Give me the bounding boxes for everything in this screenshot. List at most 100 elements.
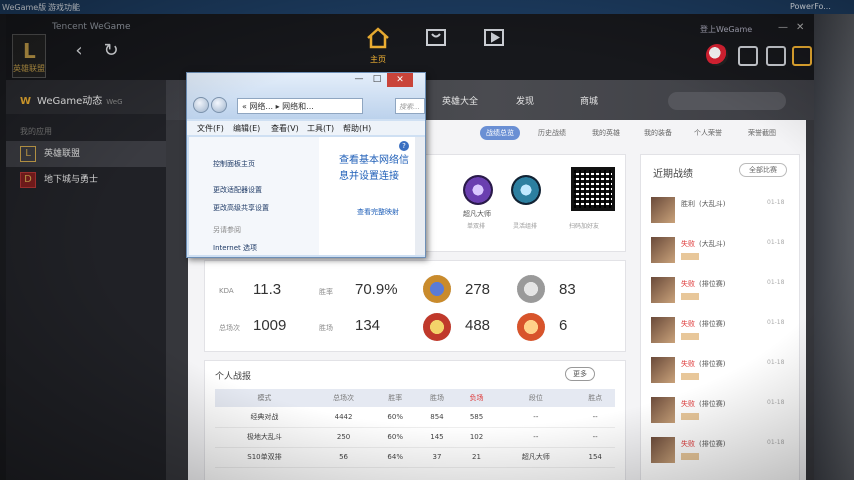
- desktop-tab-label[interactable]: 游戏功能: [48, 2, 80, 13]
- home-icon: [367, 27, 389, 49]
- login-status[interactable]: 登上WeGame: [700, 24, 752, 35]
- list-item[interactable]: 失败 (排位赛) 01-18: [651, 437, 791, 473]
- tab-overview[interactable]: 战绩总览: [480, 126, 520, 140]
- match-mode: (排位赛): [699, 280, 726, 288]
- sidebar-item-dnf[interactable]: D 地下城与勇士: [6, 167, 166, 193]
- winrate-value: 70.9%: [355, 281, 398, 298]
- user-avatar[interactable]: [706, 44, 728, 66]
- table-cell: 854: [417, 407, 457, 428]
- sidebar-item-lol[interactable]: L 英雄联盟: [6, 141, 166, 167]
- column-header: 胜场: [417, 389, 457, 407]
- master-rank-emblem: [463, 175, 493, 205]
- link-control-panel-home[interactable]: 控制面板主页: [213, 159, 255, 169]
- menu-file[interactable]: 文件(F): [197, 123, 224, 134]
- tab-my-equipment[interactable]: 我的装备: [644, 128, 672, 138]
- refresh-button[interactable]: ↻: [100, 40, 122, 62]
- dialog-body: 控制面板主页 更改适配器设置 更改高级共享设置 另请参阅 Internet 选项…: [189, 137, 415, 255]
- dialog-search-input[interactable]: 搜索...: [395, 98, 425, 114]
- dialog-scrollbar[interactable]: [415, 137, 425, 255]
- desktop-label-right: PowerFo...: [790, 2, 831, 11]
- tab-my-heroes[interactable]: 我的英雄: [592, 128, 620, 138]
- champion-avatar: [651, 397, 675, 423]
- gift-icon[interactable]: [792, 46, 812, 66]
- game-tab-heroes[interactable]: 英雄大全: [442, 94, 478, 107]
- menu-edit[interactable]: 编辑(E): [233, 123, 260, 134]
- list-item[interactable]: 失败 (大乱斗) 01-18: [651, 237, 791, 273]
- table-cell: --: [575, 407, 615, 428]
- window-close-button[interactable]: ✕: [796, 22, 804, 33]
- dialog-back-button[interactable]: [193, 97, 209, 113]
- dialog-forward-button[interactable]: [211, 97, 227, 113]
- list-item[interactable]: 胜利 (大乱斗) 01-18: [651, 197, 791, 233]
- chat-icon[interactable]: [738, 46, 758, 66]
- download-icon[interactable]: [766, 46, 786, 66]
- wegame-w-icon: W: [20, 96, 32, 107]
- list-item[interactable]: 失败 (排位赛) 01-18: [651, 277, 791, 313]
- address-bar[interactable]: « 网络... ▸ 网络和...: [237, 98, 363, 114]
- network-center-window: — □ ✕ « 网络... ▸ 网络和... 搜索... 文件(F) 编辑(E)…: [186, 72, 426, 258]
- search-input[interactable]: [668, 92, 786, 110]
- menu-tools[interactable]: 工具(T): [307, 123, 334, 134]
- table-cell: 102: [456, 427, 497, 448]
- match-mode: (大乱斗): [699, 200, 726, 208]
- table-cell: 37: [417, 447, 457, 468]
- list-item[interactable]: 失败 (排位赛) 01-18: [651, 317, 791, 353]
- match-tag: [681, 413, 699, 420]
- sidebar-item-label: 英雄联盟: [44, 149, 81, 159]
- list-item[interactable]: 失败 (排位赛) 01-18: [651, 397, 791, 433]
- store-icon: [426, 29, 446, 46]
- mode-stats-table: 模式 总场次 胜率 胜场 负场 段位 胜点 经典对战 4442 60% 854 …: [215, 389, 615, 468]
- tab-history[interactable]: 历史战绩: [538, 128, 566, 138]
- link-adapter-settings[interactable]: 更改适配器设置: [213, 185, 262, 195]
- match-filter-dropdown[interactable]: 全部比赛: [739, 163, 787, 177]
- back-button[interactable]: ‹: [68, 40, 90, 62]
- column-header: 总场次: [313, 389, 374, 407]
- sidebar-item-label: 地下城与勇士: [44, 175, 99, 185]
- carry-medal-icon: [423, 313, 451, 341]
- match-tag: [681, 373, 699, 380]
- recent-matches-title: 近期战绩: [653, 169, 693, 180]
- qr-code[interactable]: [571, 167, 615, 211]
- tab-honors[interactable]: 个人荣誉: [694, 128, 722, 138]
- kda-value: 11.3: [253, 281, 282, 298]
- more-button[interactable]: 更多: [565, 367, 595, 381]
- match-mode: (排位赛): [699, 400, 726, 408]
- table-cell: 4442: [313, 407, 374, 428]
- link-internet-options[interactable]: Internet 选项: [213, 243, 257, 253]
- dialog-maximize-button[interactable]: □: [369, 74, 385, 86]
- match-date: 01-18: [767, 359, 785, 366]
- dialog-close-button[interactable]: ✕: [387, 73, 413, 87]
- link-sharing-settings[interactable]: 更改高级共享设置: [213, 203, 269, 213]
- recent-matches-card: 近期战绩 全部比赛 胜利 (大乱斗) 01-18 失败 (大乱斗) 01-18 失败 (排位赛…: [640, 154, 800, 480]
- table-row: 经典对战 4442 60% 854 585 -- --: [215, 407, 615, 428]
- game-tab-discover[interactable]: 发现: [516, 94, 534, 107]
- view-full-map-link[interactable]: 查看完整映射: [357, 207, 399, 217]
- menu-view[interactable]: 查看(V): [271, 123, 299, 134]
- match-mode: (大乱斗): [699, 240, 726, 248]
- menu-help[interactable]: 帮助(H): [343, 123, 371, 134]
- champion-avatar: [651, 197, 675, 223]
- sidebar-header-title: WeGame动态: [37, 96, 103, 107]
- match-result: 失败: [681, 280, 695, 288]
- champion-avatar: [651, 317, 675, 343]
- tab-store[interactable]: [416, 26, 456, 70]
- sidebar-header[interactable]: W WeGame动态 WeG: [6, 80, 166, 114]
- window-minimize-button[interactable]: —: [778, 22, 788, 33]
- match-date: 01-18: [767, 319, 785, 326]
- table-row: 极地大乱斗 250 60% 145 102 -- --: [215, 427, 615, 448]
- game-logo[interactable]: L 英雄联盟: [12, 34, 46, 78]
- table-cell: 145: [417, 427, 457, 448]
- dialog-minimize-button[interactable]: —: [351, 74, 367, 86]
- tab-home[interactable]: 主页: [358, 26, 398, 70]
- game-tab-shop[interactable]: 商城: [580, 94, 598, 107]
- help-icon[interactable]: ?: [399, 141, 409, 151]
- match-result: 失败: [681, 440, 695, 448]
- tab-screenshots[interactable]: 荣誉截图: [748, 128, 776, 138]
- total-games-value: 1009: [253, 317, 287, 334]
- titlebar: Tencent WeGame L 英雄联盟 ‹ ↻ 主页 登上WeGame — ✕: [6, 14, 814, 80]
- list-item[interactable]: 失败 (排位赛) 01-18: [651, 357, 791, 393]
- qr-label: 扫码加好友: [569, 223, 600, 230]
- tab-video[interactable]: [474, 26, 514, 70]
- match-date: 01-18: [767, 399, 785, 406]
- column-header: 段位: [496, 389, 576, 407]
